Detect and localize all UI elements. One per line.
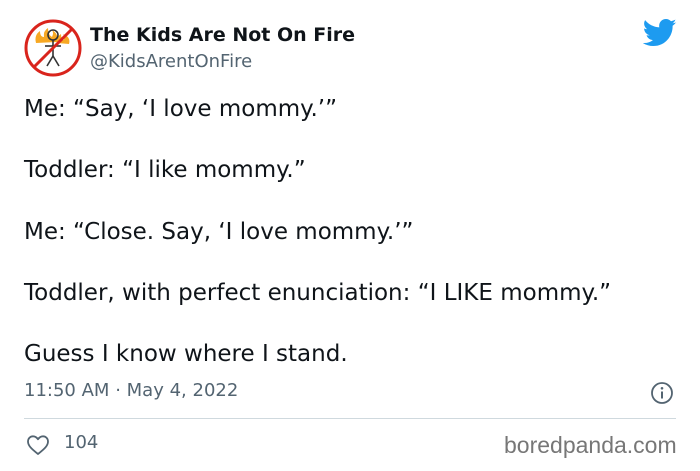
- twitter-bird-icon[interactable]: [643, 18, 677, 48]
- heart-icon[interactable]: [26, 434, 50, 456]
- source-watermark: boredpanda.com: [504, 432, 677, 458]
- like-count[interactable]: 104: [64, 432, 98, 453]
- tweet-timestamp[interactable]: 11:50 AM · May 4, 2022: [24, 380, 238, 401]
- author-handle[interactable]: @KidsArentOnFire: [90, 51, 252, 72]
- no-fire-stick-figure-icon[interactable]: [24, 19, 82, 77]
- tweet-text-line: Guess I know where I stand.: [24, 341, 348, 367]
- author-display-name[interactable]: The Kids Are Not On Fire: [90, 24, 355, 46]
- tweet-text-line: Toddler, with perfect enunciation: “I LI…: [24, 280, 612, 306]
- tweet-date: May 4, 2022: [126, 380, 239, 401]
- tweet-text-line: Toddler: “I like mommy.”: [24, 157, 306, 183]
- tweet-text-line: Me: “Close. Say, ‘I love mommy.’”: [24, 219, 414, 245]
- divider: [24, 418, 676, 419]
- info-icon[interactable]: [650, 381, 674, 405]
- tweet-time: 11:50 AM: [24, 380, 110, 401]
- meta-separator: ·: [115, 380, 121, 401]
- tweet-text-line: Me: “Say, ‘I love mommy.’”: [24, 96, 337, 122]
